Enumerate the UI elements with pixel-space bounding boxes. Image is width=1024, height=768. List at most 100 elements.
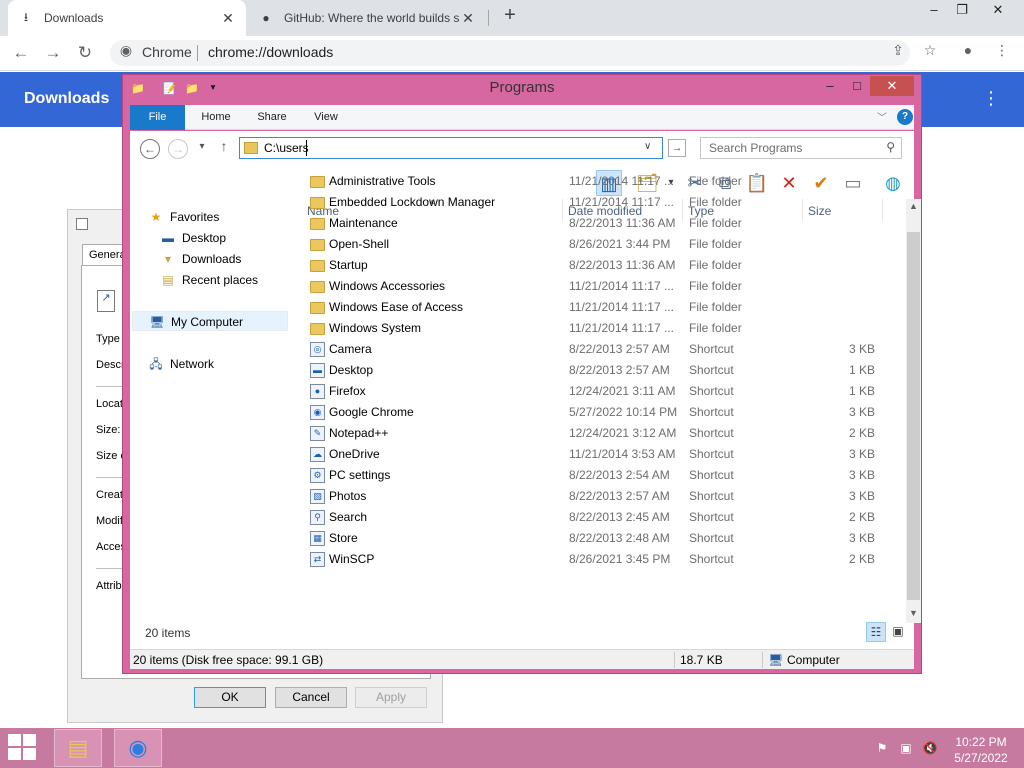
- file-row[interactable]: ▦ Store 8/22/2013 2:48 AM Shortcut 3 KB: [302, 528, 902, 549]
- tab-share[interactable]: Share: [250, 105, 294, 130]
- forward-button[interactable]: →: [168, 139, 188, 159]
- details-view-icon[interactable]: ☷: [866, 622, 886, 642]
- file-name: Windows System: [329, 321, 422, 335]
- file-row[interactable]: Windows System 11/21/2014 11:17 ... File f…: [302, 318, 902, 339]
- file-row[interactable]: ⚙ PC settings 8/22/2013 2:54 AM Shortcut 3 K…: [302, 465, 902, 486]
- file-type: Shortcut: [689, 405, 734, 419]
- folder-icon: [310, 281, 325, 293]
- file-row[interactable]: ☁ OneDrive 11/21/2014 3:53 AM Shortcut 3 KB: [302, 444, 902, 465]
- file-type: File folder: [689, 195, 742, 209]
- new-tab-button[interactable]: +: [498, 4, 522, 30]
- taskbar-chrome[interactable]: ◉: [114, 729, 162, 767]
- large-icons-view-icon[interactable]: ▣: [888, 622, 908, 642]
- scrollbar-thumb[interactable]: [907, 232, 920, 600]
- file-row[interactable]: Embedded Lockdown Manager 11/21/2014 11:1…: [302, 192, 902, 213]
- cancel-button[interactable]: Cancel: [275, 687, 347, 708]
- windows-logo-icon: [8, 734, 21, 746]
- file-date-modified: 11/21/2014 11:17 ...: [569, 174, 674, 188]
- chevron-down-icon[interactable]: ﹀: [877, 109, 887, 124]
- help-icon[interactable]: ?: [897, 109, 913, 125]
- back-button[interactable]: ←: [8, 40, 34, 66]
- download-icon: ⭳: [23, 9, 29, 24]
- divider: [96, 477, 124, 478]
- file-type: File folder: [689, 258, 742, 272]
- nav-item-network[interactable]: 🖧 Network: [148, 354, 214, 374]
- file-row[interactable]: Maintenance 8/22/2013 11:36 AM File folder: [302, 213, 902, 234]
- file-row[interactable]: Open-Shell 8/26/2021 3:44 PM File folder: [302, 234, 902, 255]
- vertical-scrollbar[interactable]: ▲ ▼: [906, 199, 921, 623]
- scroll-down-icon[interactable]: ▼: [906, 608, 921, 618]
- nav-item-my-computer[interactable]: 🖥 My Computer: [132, 311, 288, 331]
- search-icon[interactable]: ⚲: [886, 140, 895, 154]
- minimize-button[interactable]: –: [818, 77, 842, 97]
- tab-separator: [488, 10, 489, 26]
- tab-file[interactable]: File: [130, 105, 185, 130]
- bookmark-star-icon[interactable]: ☆: [920, 42, 940, 62]
- close-icon[interactable]: ✕: [220, 10, 236, 27]
- system-clock[interactable]: 10:22 PM 5/27/2022: [950, 734, 1012, 766]
- omnibox-url[interactable]: chrome://downloads: [208, 44, 333, 60]
- file-row[interactable]: ▧ Photos 8/22/2013 2:57 AM Shortcut 3 KB: [302, 486, 902, 507]
- maximize-button[interactable]: □: [845, 77, 869, 97]
- folder-icon: [310, 323, 325, 335]
- status-divider: [674, 652, 675, 668]
- tab-general[interactable]: General: [82, 244, 126, 266]
- start-button[interactable]: [8, 734, 38, 762]
- file-row[interactable]: Windows Ease of Access 11/21/2014 11:17 .…: [302, 297, 902, 318]
- apply-button[interactable]: Apply: [355, 687, 427, 708]
- up-arrow-icon[interactable]: ↑: [218, 138, 230, 154]
- file-row[interactable]: ● Firefox 12/24/2021 3:11 AM Shortcut 1 KB: [302, 381, 902, 402]
- volume-muted-icon[interactable]: 🔇: [922, 741, 938, 757]
- restore-button[interactable]: ❐: [946, 0, 978, 22]
- close-window-button[interactable]: ✕: [982, 0, 1014, 22]
- file-row[interactable]: ⚲ Search 8/22/2013 2:45 AM Shortcut 2 KB: [302, 507, 902, 528]
- file-row[interactable]: Administrative Tools 11/21/2014 11:17 ...…: [302, 171, 902, 192]
- type-label: Type: [96, 333, 120, 345]
- chrome-menu-icon[interactable]: ⋮: [992, 42, 1012, 62]
- address-input[interactable]: C:\users ∨: [239, 137, 663, 159]
- file-row[interactable]: Startup 8/22/2013 11:36 AM File folder: [302, 255, 902, 276]
- go-button[interactable]: →: [668, 139, 686, 157]
- tab-github[interactable]: ● GitHub: Where the world builds s ✕: [248, 0, 486, 36]
- size-label: Size:: [96, 424, 121, 436]
- file-type: Shortcut: [689, 426, 734, 440]
- file-date-modified: 11/21/2014 11:17 ...: [569, 195, 674, 209]
- nav-item-desktop[interactable]: ▬ Desktop: [160, 228, 226, 248]
- forward-button[interactable]: →: [40, 40, 66, 66]
- network-tray-icon[interactable]: ▣: [898, 741, 914, 757]
- favorites-node[interactable]: ★ Favorites: [148, 207, 220, 227]
- scroll-up-icon[interactable]: ▲: [906, 201, 921, 211]
- recent-locations-icon[interactable]: ▾: [196, 141, 208, 152]
- profile-avatar-icon[interactable]: ●: [958, 42, 978, 62]
- search-input[interactable]: Search Programs ⚲: [700, 137, 902, 159]
- nav-item-downloads[interactable]: ▾ Downloads: [160, 249, 241, 269]
- reload-button[interactable]: ↻: [72, 40, 98, 66]
- file-name: Store: [329, 531, 358, 545]
- tab-view[interactable]: View: [306, 105, 346, 130]
- text-caret: [306, 140, 307, 156]
- nav-label: My Computer: [171, 315, 244, 329]
- file-date-modified: 11/21/2014 3:53 AM: [569, 447, 676, 461]
- downloads-menu-icon[interactable]: ⋮: [982, 88, 1000, 109]
- file-row[interactable]: ◎ Camera 8/22/2013 2:57 AM Shortcut 3 KB: [302, 339, 902, 360]
- ok-button[interactable]: OK: [194, 687, 266, 708]
- nav-item-recent-places[interactable]: ▤ Recent places: [160, 270, 258, 290]
- taskbar-file-explorer[interactable]: ▤: [54, 729, 102, 767]
- share-icon[interactable]: ⇪: [888, 42, 908, 62]
- tab-home[interactable]: Home: [194, 105, 238, 130]
- file-date-modified: 8/22/2013 2:48 AM: [569, 531, 670, 545]
- close-icon[interactable]: ✕: [460, 10, 476, 27]
- address-value[interactable]: C:\users: [264, 141, 309, 155]
- file-row[interactable]: Windows Accessories 11/21/2014 11:17 ... F…: [302, 276, 902, 297]
- file-type: File folder: [689, 216, 742, 230]
- chevron-down-icon[interactable]: ∨: [644, 141, 651, 152]
- file-row[interactable]: ⇄ WinSCP 8/26/2021 3:45 PM Shortcut 2 KB: [302, 549, 902, 570]
- tab-downloads[interactable]: ⭳ Downloads ✕: [8, 0, 246, 36]
- file-row[interactable]: ◉ Google Chrome 5/27/2022 10:14 PM Shortcut…: [302, 402, 902, 423]
- action-center-flag-icon[interactable]: ⚑: [874, 741, 890, 757]
- close-window-button[interactable]: ✕: [870, 76, 914, 96]
- back-button[interactable]: ←: [140, 139, 160, 159]
- file-row[interactable]: ✎ Notepad++ 12/24/2021 3:12 AM Shortcut 2 KB: [302, 423, 902, 444]
- file-row[interactable]: ▬ Desktop 8/22/2013 2:57 AM Shortcut 1 KB: [302, 360, 902, 381]
- file-name: Photos: [329, 489, 367, 503]
